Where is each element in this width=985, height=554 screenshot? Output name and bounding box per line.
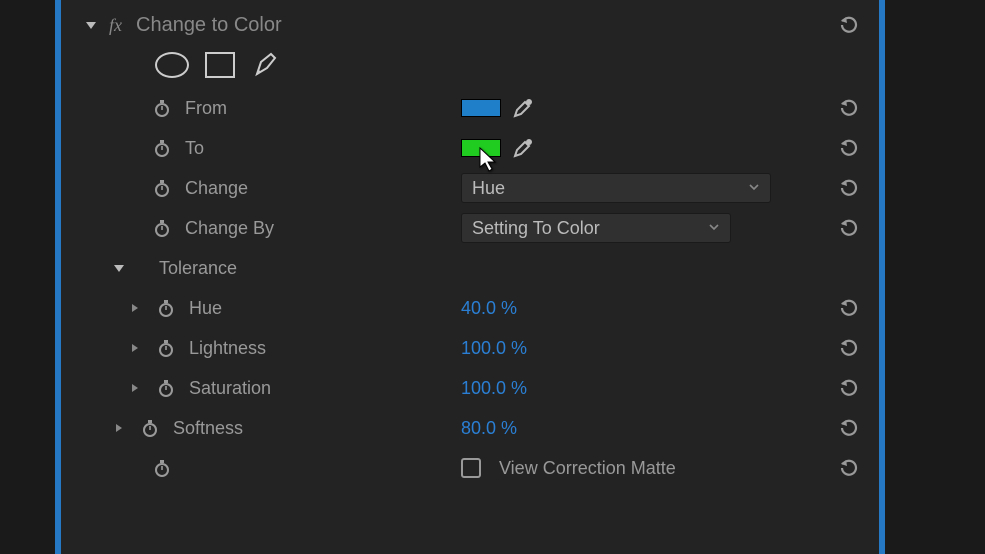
lightness-row: Lightness 100.0 % xyxy=(61,328,879,368)
effect-title: Change to Color xyxy=(136,14,282,37)
reset-button[interactable] xyxy=(837,176,861,200)
lightness-label: Lightness xyxy=(189,338,266,359)
tolerance-twirl-icon[interactable] xyxy=(109,261,129,275)
saturation-label: Saturation xyxy=(189,378,271,399)
stopwatch-icon[interactable] xyxy=(151,457,173,479)
change-by-label: Change By xyxy=(185,218,274,239)
effect-reset-button[interactable] xyxy=(837,13,861,37)
saturation-value[interactable]: 100.0 % xyxy=(461,378,527,399)
from-color-swatch[interactable] xyxy=(461,99,501,117)
eyedropper-icon[interactable] xyxy=(511,136,535,160)
reset-button[interactable] xyxy=(837,336,861,360)
reset-button[interactable] xyxy=(837,296,861,320)
change-by-dropdown-value: Setting To Color xyxy=(472,218,600,239)
hue-row: Hue 40.0 % xyxy=(61,288,879,328)
lightness-value[interactable]: 100.0 % xyxy=(461,338,527,359)
effect-controls-panel: fx Change to Color From xyxy=(55,0,885,554)
chevron-down-icon xyxy=(748,181,760,196)
tolerance-label: Tolerance xyxy=(129,258,237,279)
to-row: To xyxy=(61,128,879,168)
stopwatch-icon[interactable] xyxy=(155,297,177,319)
pen-mask-button[interactable] xyxy=(251,50,281,80)
softness-label: Softness xyxy=(173,418,243,439)
hue-label: Hue xyxy=(189,298,222,319)
effect-twirl-icon[interactable] xyxy=(81,18,101,32)
ellipse-mask-button[interactable] xyxy=(155,52,189,78)
change-dropdown[interactable]: Hue xyxy=(461,173,771,203)
stopwatch-icon[interactable] xyxy=(151,217,173,239)
eyedropper-icon[interactable] xyxy=(511,96,535,120)
stopwatch-icon[interactable] xyxy=(139,417,161,439)
hue-value[interactable]: 40.0 % xyxy=(461,298,517,319)
saturation-twirl-icon[interactable] xyxy=(125,382,145,394)
reset-button[interactable] xyxy=(837,376,861,400)
change-row: Change Hue xyxy=(61,168,879,208)
stopwatch-icon[interactable] xyxy=(155,337,177,359)
reset-button[interactable] xyxy=(837,456,861,480)
stopwatch-icon[interactable] xyxy=(151,177,173,199)
stopwatch-icon[interactable] xyxy=(155,377,177,399)
to-label: To xyxy=(185,138,204,159)
stopwatch-icon[interactable] xyxy=(151,97,173,119)
reset-button[interactable] xyxy=(837,136,861,160)
rectangle-mask-button[interactable] xyxy=(205,52,235,78)
change-dropdown-value: Hue xyxy=(472,178,505,199)
fx-badge-icon[interactable]: fx xyxy=(109,15,122,36)
to-color-swatch[interactable] xyxy=(461,139,501,157)
view-matte-checkbox[interactable] xyxy=(461,458,481,478)
tolerance-row: Tolerance xyxy=(61,248,879,288)
chevron-down-icon xyxy=(708,221,720,236)
view-matte-row: View Correction Matte xyxy=(61,448,879,488)
change-label: Change xyxy=(185,178,248,199)
mask-shapes-row xyxy=(61,42,879,88)
softness-value[interactable]: 80.0 % xyxy=(461,418,517,439)
from-label: From xyxy=(185,98,227,119)
hue-twirl-icon[interactable] xyxy=(125,302,145,314)
view-matte-label: View Correction Matte xyxy=(499,458,676,479)
change-by-dropdown[interactable]: Setting To Color xyxy=(461,213,731,243)
change-by-row: Change By Setting To Color xyxy=(61,208,879,248)
softness-row: Softness 80.0 % xyxy=(61,408,879,448)
reset-button[interactable] xyxy=(837,96,861,120)
effect-header-row: fx Change to Color xyxy=(61,0,879,42)
reset-button[interactable] xyxy=(837,416,861,440)
lightness-twirl-icon[interactable] xyxy=(125,342,145,354)
from-row: From xyxy=(61,88,879,128)
softness-twirl-icon[interactable] xyxy=(109,422,129,434)
reset-button[interactable] xyxy=(837,216,861,240)
saturation-row: Saturation 100.0 % xyxy=(61,368,879,408)
stopwatch-icon[interactable] xyxy=(151,137,173,159)
